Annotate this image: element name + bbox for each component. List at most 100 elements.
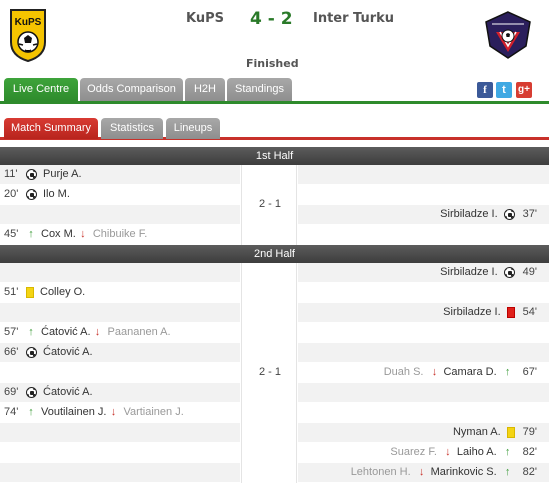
player-out-name[interactable]: Suarez F. [390,443,436,462]
away-event-cell [298,283,549,302]
sub-in-arrow-icon: ↑ [28,326,34,338]
away-event-cell [298,225,549,244]
away-event: Sirbiladze I. 49' [440,263,537,282]
twitter-icon[interactable]: t [496,82,512,98]
sub-in-arrow-icon: ↑ [504,366,511,378]
second-half-score-column: 2 - 1 [241,263,297,483]
player-name[interactable]: Sirbiladze I. [440,263,497,282]
facebook-icon[interactable]: f [477,82,493,98]
home-event-cell [0,263,240,282]
player-name[interactable]: Sirbiladze I. [443,303,500,322]
sub-in-arrow-icon: ↑ [504,446,511,458]
player-name[interactable]: Sirbiladze I. [440,205,497,224]
away-event: Duah S. ↓ Camara D. ↑ 67' [384,363,537,382]
first-half-header: 1st Half [0,147,549,165]
second-half-score: 2 - 1 [258,366,281,378]
away-event-cell [298,323,549,342]
player-name[interactable]: Ilo M. [43,185,70,204]
tab-match-summary[interactable]: Match Summary [4,118,98,139]
player-name[interactable]: Nyman A. [453,423,501,442]
event-minute: 51' [4,286,19,298]
home-event: 51' Colley O. [4,283,85,302]
home-team-name[interactable]: KuPS [186,11,224,26]
player-out-name[interactable]: Duah S. [384,363,424,382]
home-event: 20' Ilo M. [4,185,70,204]
away-event-cell: Nyman A. 79' [298,423,549,442]
sub-tab-bar: Match Summary Statistics Lineups [0,118,549,140]
away-event-cell: Sirbiladze I. 37' [298,205,549,224]
player-name[interactable]: Camara D. [443,363,496,382]
away-team-name[interactable]: Inter Turku [313,11,394,26]
home-event: 66' Ćatović A. [4,343,93,362]
home-event-cell [0,303,240,322]
tab-standings[interactable]: Standings [227,78,292,101]
player-name[interactable]: Laiho A. [457,443,497,462]
home-event-cell: 11' Purje A. [0,165,240,184]
home-event-cell [0,463,240,482]
event-minute: 49' [522,266,537,278]
home-event-cell: 20' Ilo M. [0,185,240,204]
goal-ball-icon [503,209,515,220]
event-minute: 79' [522,426,537,438]
goal-ball-icon [26,347,37,358]
event-minute: 20' [4,188,19,200]
away-event-cell [298,383,549,402]
away-event: Sirbiladze I. 37' [440,205,537,224]
away-event-cell: Suarez F. ↓ Laiho A. ↑ 82' [298,443,549,462]
event-minute: 66' [4,346,19,358]
svg-text:KuPS: KuPS [15,17,42,28]
match-score: 4 - 2 [250,9,293,29]
away-event: Lehtonen H. ↓ Marinkovic S. ↑ 82' [351,463,537,482]
player-name[interactable]: Colley O. [40,283,85,302]
home-event-cell [0,443,240,462]
player-name[interactable]: Ćatović A. [41,323,91,342]
goal-ball-icon [26,169,37,180]
event-minute: 57' [4,326,19,338]
player-name[interactable]: Cox M. [41,225,76,244]
sub-in-arrow-icon: ↑ [504,466,511,478]
player-name[interactable]: Purje A. [43,165,82,184]
home-event: 69' Ćatović A. [4,383,93,402]
away-event-cell [298,343,549,362]
away-event: Nyman A. 79' [453,423,537,442]
sub-out-arrow-icon: ↓ [418,466,425,478]
home-event-cell: 74' ↑ Voutilainen J. ↓ Vartiainen J. [0,403,240,422]
kups-logo: KuPS [10,9,46,62]
event-minute: 37' [522,208,537,220]
tab-h2h[interactable]: H2H [185,78,225,101]
sub-in-arrow-icon: ↑ [28,228,34,240]
match-summary: 1st Half 11' Purje A. 20' Ilo M. Sirbiladze … [0,147,549,483]
google-plus-icon[interactable]: g+ [516,82,532,98]
match-status: Finished [246,57,299,70]
sub-out-arrow-icon: ↓ [94,326,101,338]
player-out-name[interactable]: Vartiainen J. [123,403,183,422]
player-out-name[interactable]: Chibuike F. [93,225,147,244]
event-minute: 82' [522,466,537,478]
tab-live-centre[interactable]: Live Centre [4,78,78,101]
event-minute: 45' [4,228,19,240]
away-event-cell [298,165,549,184]
first-half-score: 2 - 1 [258,198,281,210]
player-name[interactable]: Ćatović A. [43,343,93,362]
red-card-icon [506,307,515,318]
away-event-cell: Sirbiladze I. 49' [298,263,549,282]
home-event-cell [0,363,240,382]
player-out-name[interactable]: Paananen A. [108,323,171,342]
player-name[interactable]: Ćatović A. [43,383,93,402]
player-name[interactable]: Marinkovic S. [431,463,497,482]
event-minute: 74' [4,406,19,418]
second-half-header: 2nd Half [0,245,549,263]
tab-statistics[interactable]: Statistics [101,118,163,139]
player-out-name[interactable]: Lehtonen H. [351,463,411,482]
yellow-card-icon [26,287,34,298]
sub-out-arrow-icon: ↓ [431,366,438,378]
sub-out-arrow-icon: ↓ [445,446,451,458]
home-event: 45' ↑ Cox M. ↓ Chibuike F. [4,225,147,244]
tab-lineups[interactable]: Lineups [166,118,220,139]
tab-odds-comparison[interactable]: Odds Comparison [80,78,183,101]
home-event-cell [0,205,240,224]
player-name[interactable]: Voutilainen J. [41,403,106,422]
sub-out-arrow-icon: ↓ [80,228,86,240]
home-event-cell [0,423,240,442]
event-minute: 82' [522,446,537,458]
